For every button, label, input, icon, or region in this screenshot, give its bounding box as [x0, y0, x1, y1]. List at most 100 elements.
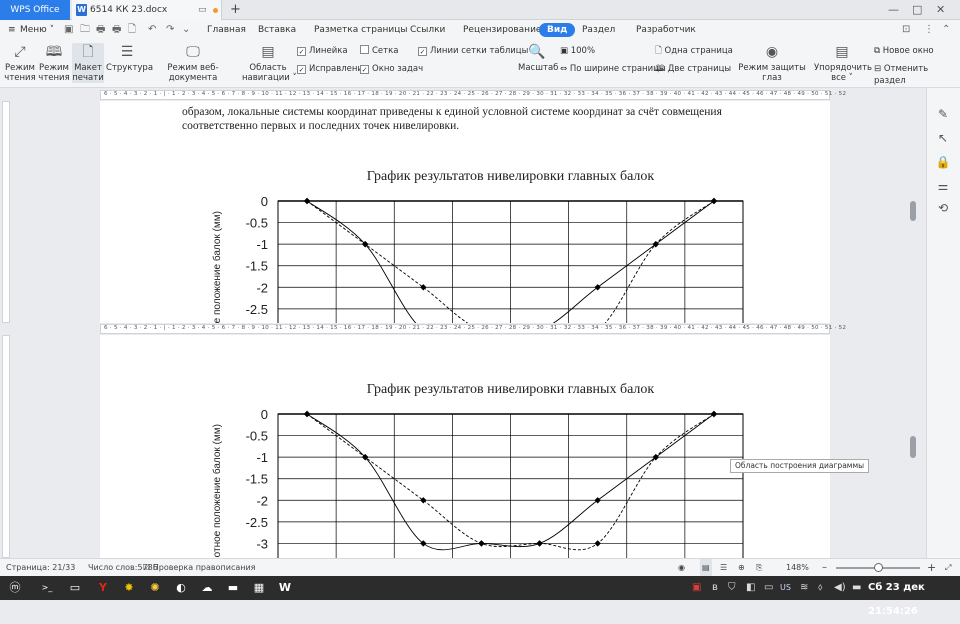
zoom-in-button[interactable]: +: [927, 559, 936, 577]
track-changes-checkbox[interactable]: ✓ Исправления: [297, 63, 368, 75]
print-layout-button[interactable]: 🗋 Макет печати: [72, 43, 104, 83]
tab-page-layout[interactable]: Разметка страницы: [314, 20, 408, 40]
orange-app-icon[interactable]: ◐: [172, 579, 190, 597]
quick-access-doc-icon[interactable]: ▣: [64, 20, 73, 40]
print-layout-icon[interactable]: ▤: [700, 559, 712, 577]
task-pane-checkbox[interactable]: ✓ Окно задач: [360, 63, 423, 75]
zoom-button[interactable]: 🔍 Масштаб: [518, 43, 558, 73]
eye-mode-icon[interactable]: ◉: [678, 559, 685, 577]
sky-app-icon[interactable]: ☁: [198, 579, 216, 597]
keyboard-layout-flag-icon[interactable]: US: [780, 576, 791, 600]
wps-writer-icon[interactable]: W: [276, 579, 294, 597]
collapse-ribbon-icon[interactable]: ⌃: [942, 20, 950, 40]
terminal-icon[interactable]: >_: [38, 579, 56, 597]
files-icon[interactable]: ▭: [66, 579, 84, 597]
redo-icon[interactable]: ↷: [166, 20, 174, 40]
fit-page-width-button[interactable]: ⇔ По ширине страницы: [560, 63, 666, 75]
minimize-button[interactable]: —: [888, 0, 899, 20]
table-gridlines-checkbox[interactable]: ✓ Линии сетки таблицы: [418, 45, 528, 57]
network-icon[interactable]: ≋: [800, 576, 808, 600]
more-options-icon[interactable]: ⋮: [924, 20, 934, 40]
tab-view[interactable]: Вид: [539, 23, 576, 37]
page-lower[interactable]: График результатов нивелировки главных б…: [100, 335, 830, 558]
grid-checkbox[interactable]: Сетка: [360, 45, 398, 57]
menu-button[interactable]: Меню ˅: [20, 20, 54, 40]
tray-drop-icon[interactable]: ⬨: [818, 576, 823, 600]
share-icon[interactable]: ⊡: [902, 20, 910, 40]
quick-access-more-icon[interactable]: ⌄: [182, 20, 190, 40]
tab-references[interactable]: Ссылки: [410, 20, 445, 40]
web-layout-button[interactable]: 🖵 Режим веб-документа: [150, 43, 236, 83]
outline-button[interactable]: ☰ Структура: [106, 43, 153, 73]
burst-app-icon[interactable]: ✺: [146, 579, 164, 597]
document-tab[interactable]: W 6514 КК 23.docx ▭: [72, 0, 222, 20]
spellcheck-button[interactable]: ☑ Проверка правописания: [143, 559, 256, 577]
arrange-all-button[interactable]: ▤ Упорядочить все ˅: [814, 43, 872, 83]
reading-view-icon[interactable]: ⎘: [756, 559, 762, 577]
edit-icon[interactable]: ✎: [935, 106, 951, 122]
two-pages-button[interactable]: 🕮 Две страницы: [655, 63, 731, 75]
quick-access-print-icon[interactable]: 🖶: [96, 20, 105, 40]
horizontal-ruler-bottom[interactable]: 6 · 5 · 4 · 3 · 2 · 1 · | · 1 · 2 · 3 · …: [0, 323, 930, 335]
zoom-slider-handle[interactable]: [874, 563, 883, 572]
yandex-browser-icon[interactable]: Y: [94, 579, 112, 597]
lock-icon[interactable]: 🔒: [935, 154, 951, 170]
vertical-ruler-top[interactable]: [0, 101, 12, 323]
outline-view-icon[interactable]: ☰: [720, 559, 727, 577]
remove-split-button[interactable]: ⊟ Отменить раздел: [874, 63, 960, 87]
ruler-checkbox[interactable]: ✓ Линейка: [297, 45, 348, 57]
monitor-icon[interactable]: ▭: [198, 0, 207, 20]
writer-doc-icon: W: [76, 4, 87, 16]
bluetooth-icon[interactable]: ʙ: [712, 576, 718, 600]
page-counter[interactable]: Страница: 21/33: [6, 559, 75, 577]
display-icon[interactable]: ◧: [746, 576, 755, 600]
scrollbar-thumb-top[interactable]: [910, 201, 916, 221]
wps-office-tab[interactable]: WPS Office: [0, 0, 70, 20]
chart-lower[interactable]: График результатов нивелировки главных б…: [200, 369, 760, 558]
tab-insert[interactable]: Вставка: [258, 20, 296, 40]
fullscreen-status-icon[interactable]: ⤢: [945, 559, 951, 577]
navigation-pane-button[interactable]: ▤ Область навигации ˅: [242, 43, 297, 83]
reading-mode-button[interactable]: 🕮 Режим чтения: [38, 43, 70, 83]
undo-icon[interactable]: ↶: [148, 20, 156, 40]
tab-developer[interactable]: Разработчик: [636, 20, 696, 40]
quick-access-open-icon[interactable]: 🗀: [80, 20, 90, 40]
shield-icon[interactable]: ⛉: [728, 576, 736, 600]
page-upper[interactable]: образом, локальные системы координат при…: [100, 101, 830, 323]
new-tab-button[interactable]: +: [230, 0, 241, 20]
fullscreen-reading-button[interactable]: ⤢ Режим чтения: [4, 43, 36, 83]
horizontal-ruler-top[interactable]: 6 · 5 · 4 · 3 · 2 · 1 · | · 1 · 2 · 3 · …: [0, 89, 930, 101]
one-page-button[interactable]: 🗋 Одна страница: [655, 45, 733, 57]
clock[interactable]: Сб 23 дек 21:54:26: [868, 576, 960, 624]
zoom-out-button[interactable]: –: [822, 559, 827, 577]
quick-access-print2-icon[interactable]: 🖶: [112, 20, 121, 40]
sliders-icon[interactable]: ⚌: [935, 178, 951, 194]
history-icon[interactable]: ⟲: [935, 200, 951, 216]
vertical-ruler-bottom[interactable]: [0, 335, 12, 558]
hamburger-icon[interactable]: ≡: [8, 20, 16, 40]
tab-home[interactable]: Главная: [207, 20, 246, 40]
tray-app-icon[interactable]: ▣: [692, 576, 701, 600]
chart-upper[interactable]: График результатов нивелировки главных б…: [200, 156, 760, 323]
quick-access-preview-icon[interactable]: 🗋: [128, 20, 136, 40]
scrollbar-thumb-bottom[interactable]: [910, 436, 916, 458]
battery-icon[interactable]: ▬: [852, 576, 861, 600]
new-window-button[interactable]: ⧉ Новое окно: [874, 45, 934, 57]
y-tick-label: -0.5: [246, 216, 268, 231]
mint-menu-icon[interactable]: ⓜ: [6, 579, 24, 597]
close-button[interactable]: ✕: [936, 0, 945, 20]
window-icon[interactable]: ▭: [764, 576, 773, 600]
sun-app-icon[interactable]: ✸: [120, 579, 138, 597]
web-view-icon[interactable]: ⊕: [738, 559, 745, 577]
maximize-button[interactable]: □: [912, 0, 922, 20]
drive-app-icon[interactable]: ▬: [224, 579, 242, 597]
eye-protection-button[interactable]: ◉ Режим защиты глаз: [732, 43, 812, 83]
body-text-line-2: соответственно первых и последних точек …: [182, 120, 460, 132]
volume-icon[interactable]: ◀): [834, 576, 846, 600]
tab-review[interactable]: Рецензирование: [463, 20, 541, 40]
zoom-100-button[interactable]: ▣ 100%: [560, 45, 595, 57]
tab-section[interactable]: Раздел: [582, 20, 615, 40]
zoom-level[interactable]: 148%: [786, 559, 809, 577]
cursor-icon[interactable]: ↖: [935, 130, 951, 146]
calculator-icon[interactable]: ▦: [250, 579, 268, 597]
